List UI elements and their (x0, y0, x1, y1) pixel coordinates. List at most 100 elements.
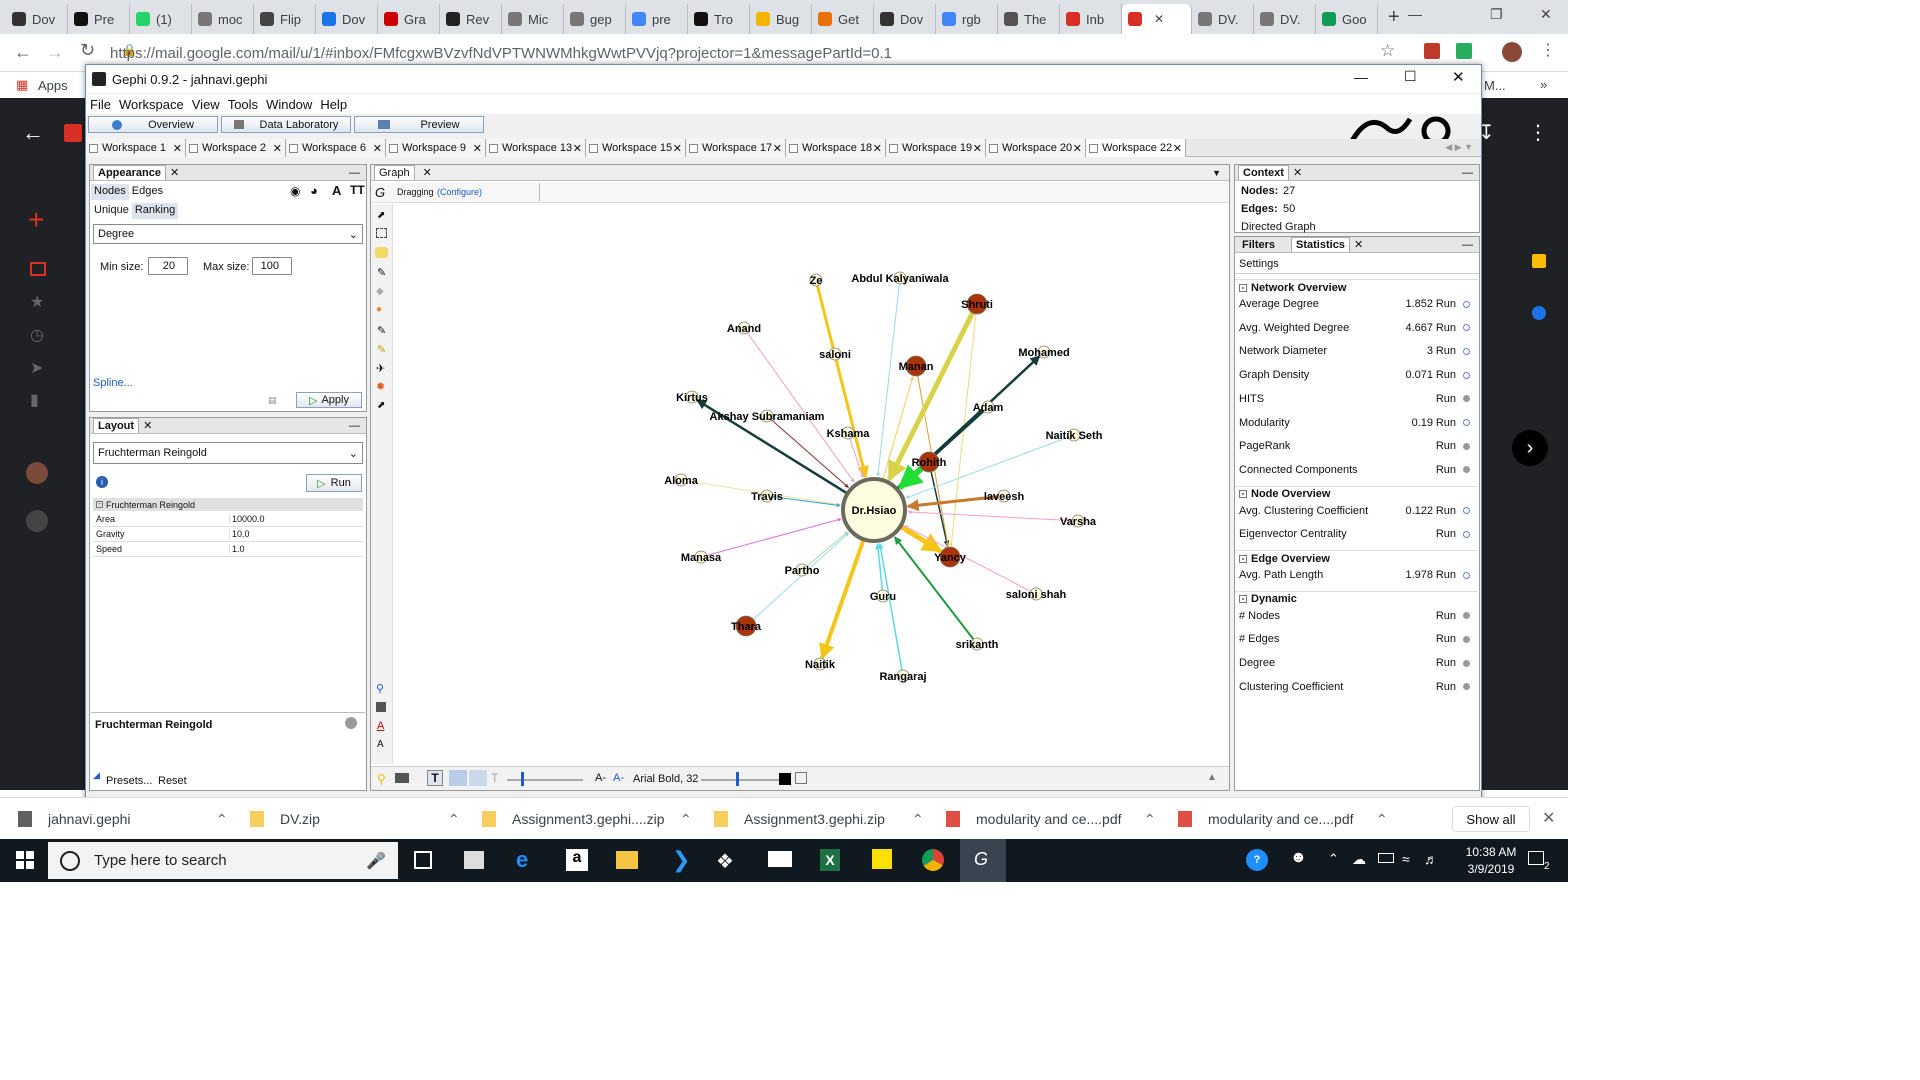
stat-run-button[interactable]: Run (1436, 528, 1456, 540)
download-item[interactable]: jahnavi.gephi ⌃ (18, 798, 240, 840)
microphone-icon[interactable]: 🎤 (366, 851, 386, 871)
layout-property-row[interactable]: Speed 1.0 (93, 542, 363, 557)
cloud-icon[interactable]: ☁ (1352, 851, 1366, 868)
graph-node[interactable]: Varsha (1060, 514, 1097, 528)
label-color-icon[interactable]: A (332, 183, 341, 198)
apply-button[interactable]: ▷ Apply (296, 392, 362, 408)
workspace-close-icon[interactable]: ✕ (973, 142, 982, 155)
context-tab[interactable]: Context (1238, 165, 1289, 180)
task-view-icon[interactable] (414, 851, 432, 869)
select-tool-icon[interactable]: ⬈ (377, 210, 385, 221)
browser-tab[interactable]: Bug (750, 4, 812, 34)
stat-report-icon[interactable] (1463, 347, 1470, 355)
gephi-close-icon[interactable]: ✕ (1452, 68, 1465, 86)
stat-run-button[interactable]: Run (1436, 417, 1456, 429)
chevron-up-icon[interactable]: ⌃ (1376, 811, 1388, 828)
workspace-tab[interactable]: Workspace 17 ✕ (686, 139, 786, 157)
layout-tab[interactable]: Layout (93, 418, 140, 433)
bookmark-chevron-icon[interactable]: » (1540, 77, 1547, 92)
workspace-tab[interactable]: Workspace 18 ✕ (786, 139, 886, 157)
graph-node[interactable]: Kirtus (676, 390, 708, 404)
back-icon[interactable]: ← (14, 42, 32, 63)
menu-help[interactable]: Help (320, 97, 347, 112)
forward-icon[interactable]: → (46, 42, 64, 63)
browser-tab[interactable]: Mic (502, 4, 564, 34)
edit-icon[interactable]: ⬈ (377, 400, 385, 411)
workspace-close-icon[interactable]: ✕ (373, 142, 382, 155)
pencil-icon[interactable]: ✎ (377, 324, 386, 337)
workspace-tab[interactable]: Workspace 22 ✕ (1086, 139, 1186, 157)
taskbar-search[interactable]: Type here to search 🎤 (48, 842, 398, 879)
graph-node[interactable]: saloni shah (1006, 587, 1067, 601)
statistics-close-icon[interactable]: ✕ (1354, 238, 1363, 251)
workspace-tab[interactable]: Workspace 20 ✕ (986, 139, 1086, 157)
eraser-icon[interactable]: ◆ (376, 286, 384, 297)
graph-node[interactable]: Anand (727, 321, 761, 335)
heat-map-icon[interactable]: ✹ (376, 380, 385, 393)
painter-icon[interactable]: ✎ (377, 266, 386, 279)
chevron-up-icon[interactable]: ⌃ (448, 811, 460, 828)
workspace-tab[interactable]: Workspace 15 ✕ (586, 139, 686, 157)
graph-node[interactable]: Manasa (681, 550, 722, 564)
minimize-icon[interactable]: — (1408, 6, 1422, 22)
download-item[interactable]: Assignment3.gephi....zip ⌃ (482, 798, 704, 840)
mail-icon[interactable] (768, 851, 792, 867)
stat-report-icon[interactable] (1463, 371, 1470, 379)
edges-toggle-icon[interactable] (449, 770, 467, 786)
chevron-up-icon[interactable]: ⌃ (912, 811, 924, 828)
vscode-icon[interactable]: ❯ (672, 847, 690, 873)
workspace-nav-icon[interactable]: ◀ ▶ ▼ (1445, 142, 1473, 153)
graph-edge[interactable] (819, 538, 866, 660)
edge-scale-slider[interactable] (507, 779, 583, 781)
property-value[interactable]: 10000.0 (230, 514, 265, 524)
graph-node[interactable]: Naitik (805, 657, 836, 671)
collapse-icon[interactable]: - (1239, 554, 1247, 563)
bookmark-apps[interactable]: Apps (38, 78, 68, 93)
people-icon[interactable]: ☻ (1290, 849, 1307, 867)
menu-kebab-icon[interactable]: ⋮ (1540, 40, 1556, 60)
workspace-close-icon[interactable]: ✕ (573, 142, 582, 155)
workspace-close-icon[interactable]: ✕ (273, 142, 282, 155)
collapse-icon[interactable]: - (1239, 283, 1247, 292)
statistics-tab[interactable]: Statistics (1291, 237, 1350, 252)
workspace-tab[interactable]: Workspace 2 ✕ (186, 139, 286, 157)
menu-window[interactable]: Window (266, 97, 312, 112)
stat-run-button[interactable]: Run (1436, 505, 1456, 517)
chevron-up-icon[interactable]: ⌃ (1144, 811, 1156, 828)
appearance-minimize-icon[interactable]: — (349, 167, 360, 179)
tab-close-icon[interactable]: ✕ (1154, 12, 1164, 26)
graph-edge[interactable] (875, 543, 884, 597)
chevron-up-icon[interactable]: ⌃ (680, 811, 692, 828)
download-item[interactable]: DV.zip ⌃ (250, 798, 472, 840)
graph-node[interactable]: Manan (899, 355, 934, 377)
help-icon[interactable]: ? (1246, 849, 1268, 871)
edge-color-icon[interactable] (469, 770, 487, 786)
windows-start-icon[interactable] (16, 851, 34, 869)
edge-pencil-icon[interactable]: ✎ (377, 343, 386, 356)
workspace-tab[interactable]: Workspace 9 ✕ (386, 139, 486, 157)
stat-run-button[interactable]: Run (1436, 322, 1456, 334)
stat-run-button[interactable]: Run (1436, 393, 1456, 405)
label-size-slider[interactable] (701, 779, 781, 781)
reset-button[interactable]: Reset (158, 775, 187, 787)
stat-report-icon[interactable] (1463, 571, 1470, 579)
graph-node[interactable]: Shruti (961, 293, 993, 315)
graph-edge[interactable] (903, 525, 1037, 595)
label-color-swatch[interactable] (779, 773, 791, 785)
keep-icon[interactable] (1532, 254, 1546, 268)
size-icon[interactable]: ◕ (310, 183, 318, 198)
browser-tab[interactable]: Pre (68, 4, 130, 34)
sticky-notes-icon[interactable] (872, 849, 892, 869)
workspace-close-icon[interactable]: ✕ (773, 142, 782, 155)
size-brush-icon[interactable]: ● (376, 304, 382, 315)
contact-avatar[interactable] (26, 462, 48, 484)
wifi-icon[interactable]: ≈ (1402, 851, 1410, 867)
restore-icon[interactable]: ❐ (1490, 6, 1503, 23)
graph-edge[interactable] (899, 524, 943, 554)
expand-toolbar-icon[interactable]: ▲ (1207, 772, 1217, 783)
zoom-icon[interactable]: ⚲ (376, 682, 384, 695)
filters-tab[interactable]: Filters (1238, 239, 1279, 251)
auto-apply-icon[interactable]: ▤ (268, 395, 277, 406)
graph-edge[interactable] (834, 353, 868, 478)
clock-time[interactable]: 10:38 AM (1456, 845, 1526, 859)
